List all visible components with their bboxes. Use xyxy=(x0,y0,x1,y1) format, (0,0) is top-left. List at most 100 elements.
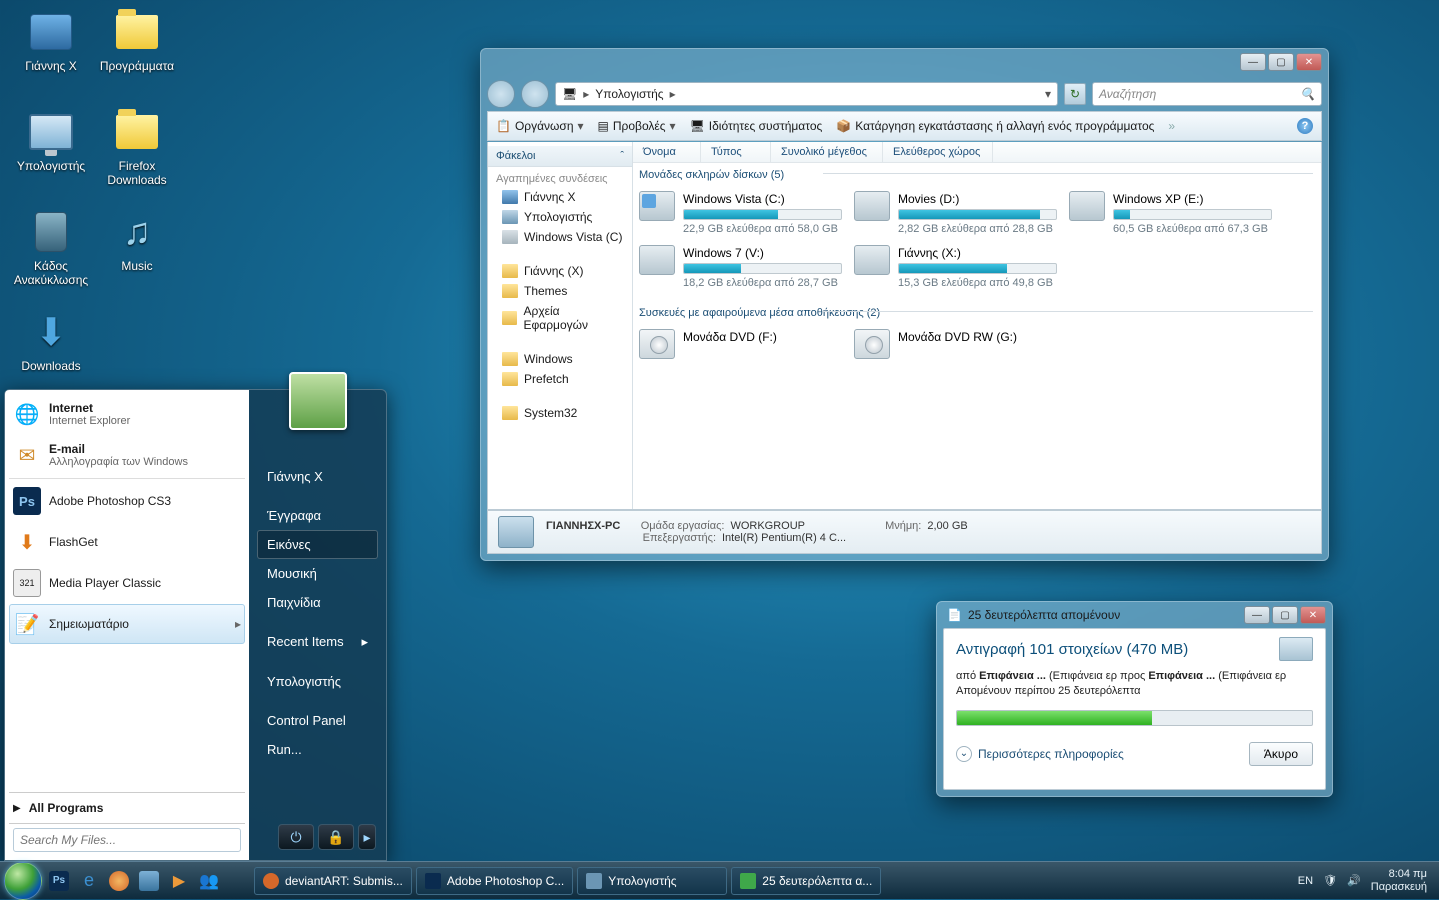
drive-name: Windows Vista (C:) xyxy=(683,191,842,207)
minimize-button[interactable]: — xyxy=(1244,606,1270,624)
organize-menu[interactable]: 📋Οργάνωση▾ xyxy=(496,119,584,133)
tree-item[interactable]: Prefetch xyxy=(488,369,632,389)
drive-name: Windows 7 (V:) xyxy=(683,245,842,261)
tree-item[interactable]: Windows xyxy=(488,349,632,369)
drive-item[interactable]: Movies (D:) 2,82 GB ελεύθερα από 28,8 GB xyxy=(848,187,1063,241)
more-info-toggle[interactable]: ⌄Περισσότερες πληροφορίες xyxy=(956,746,1124,762)
search-input[interactable]: Αναζήτηση🔍 xyxy=(1092,82,1322,106)
start-right-games[interactable]: Παιχνίδια xyxy=(257,588,378,617)
start-item-internet[interactable]: 🌐InternetInternet Explorer xyxy=(9,394,245,435)
quicklaunch-photoshop[interactable]: Ps xyxy=(46,867,72,895)
desktop-icon-computer[interactable]: Υπολογιστής xyxy=(12,108,90,173)
start-search xyxy=(9,823,245,856)
desktop-icon-recycle-bin[interactable]: Κάδος Ανακύκλωσης xyxy=(12,208,90,287)
drive-free: 15,3 GB ελεύθερα από 49,8 GB xyxy=(898,276,1057,291)
tree-item-user[interactable]: Γιάννης X xyxy=(488,187,632,207)
drive-item[interactable]: Windows 7 (V:) 18,2 GB ελεύθερα από 28,7… xyxy=(633,241,848,295)
copy-details: από Επιφάνεια ... (Επιφάνεια ερ προς Επι… xyxy=(956,669,1313,700)
back-button[interactable] xyxy=(487,80,515,108)
start-item-notepad[interactable]: 📝Σημειωματάριο▸ xyxy=(9,604,245,644)
maximize-button[interactable]: ▢ xyxy=(1272,606,1298,624)
drive-icon xyxy=(1069,191,1105,221)
tree-item[interactable]: Αρχεία Εφαρμογών xyxy=(488,301,632,335)
drive-free: 2,82 GB ελεύθερα από 28,8 GB xyxy=(898,222,1057,237)
maximize-button[interactable]: ▢ xyxy=(1268,53,1294,71)
start-right-controlpanel[interactable]: Control Panel xyxy=(257,706,378,735)
dvd-item[interactable]: Μονάδα DVD RW (G:) xyxy=(848,325,1063,363)
tray-icon[interactable]: 🔊 xyxy=(1347,874,1361,887)
desktop-icon-programs[interactable]: Προγράμματα xyxy=(98,8,176,73)
tree-item-computer[interactable]: Υπολογιστής xyxy=(488,207,632,227)
start-right-documents[interactable]: Έγγραφα xyxy=(257,501,378,530)
drive-item[interactable]: Windows Vista (C:) 22,9 GB ελεύθερα από … xyxy=(633,187,848,241)
group-hdd[interactable]: Μονάδες σκληρών δίσκων (5) xyxy=(633,163,1321,183)
desktop-icon-music[interactable]: ♫Music xyxy=(98,208,176,273)
quicklaunch-messenger[interactable]: 👥 xyxy=(196,867,222,895)
quicklaunch-wmp[interactable]: ▶ xyxy=(166,867,192,895)
close-button[interactable]: ✕ xyxy=(1296,53,1322,71)
quicklaunch-showdesktop[interactable] xyxy=(136,867,162,895)
start-button[interactable] xyxy=(4,862,42,900)
drive-free: 18,2 GB ελεύθερα από 28,7 GB xyxy=(683,276,842,291)
copy-icon: 📄 xyxy=(947,608,962,622)
start-item-photoshop[interactable]: PsAdobe Photoshop CS3 xyxy=(9,481,245,522)
start-right-run[interactable]: Run... xyxy=(257,735,378,764)
start-item-flashget[interactable]: ⬇FlashGet xyxy=(9,522,245,563)
taskbar-item[interactable]: Adobe Photoshop C... xyxy=(416,867,573,895)
power-button[interactable]: ⏻ xyxy=(278,824,314,850)
forward-button[interactable] xyxy=(521,80,549,108)
drive-item[interactable]: Γιάννης (X:) 15,3 GB ελεύθερα από 49,8 G… xyxy=(848,241,1063,295)
lock-button[interactable]: 🔒 xyxy=(318,824,354,850)
user-avatar[interactable] xyxy=(289,372,347,430)
desktop-icon-user[interactable]: Γιάννης X xyxy=(12,8,90,73)
tree-item[interactable]: System32 xyxy=(488,403,632,423)
uninstall-programs-button[interactable]: 📦Κατάργηση εγκατάστασης ή αλλαγή ενός πρ… xyxy=(836,119,1154,133)
close-button[interactable]: ✕ xyxy=(1300,606,1326,624)
organize-icon: 📋 xyxy=(496,119,511,133)
chevron-right-icon: ▸ xyxy=(670,87,676,101)
tree-item[interactable]: Γιάννης (X) xyxy=(488,261,632,281)
all-programs-button[interactable]: ▶All Programs xyxy=(9,792,245,823)
shutdown-menu[interactable]: ▸ xyxy=(358,824,376,850)
folders-header[interactable]: Φάκελοιˆ xyxy=(488,146,632,167)
explorer-window: — ▢ ✕ 🖥 ▸ Υπολογιστής ▸ ▾ ↻ Αναζήτηση🔍 📋… xyxy=(480,48,1329,561)
start-right-pictures[interactable]: Εικόνες xyxy=(257,530,378,559)
breadcrumb-item[interactable]: Υπολογιστής xyxy=(595,87,663,101)
start-item-email[interactable]: ✉E-mailΑλληλογραφία των Windows xyxy=(9,435,245,476)
column-type[interactable]: Τύπος xyxy=(701,142,771,162)
start-right-user[interactable]: Γιάννης X xyxy=(257,462,378,491)
column-name[interactable]: Όνομα xyxy=(633,142,701,162)
desktop-icon-downloads[interactable]: ⬇Downloads xyxy=(12,308,90,373)
start-right-music[interactable]: Μουσική xyxy=(257,559,378,588)
start-item-mpc[interactable]: 321Media Player Classic xyxy=(9,563,245,604)
refresh-button[interactable]: ↻ xyxy=(1064,83,1086,105)
drive-item[interactable]: Windows XP (E:) 60,5 GB ελεύθερα από 67,… xyxy=(1063,187,1278,241)
tray-icon[interactable]: 🛡 xyxy=(1323,874,1337,887)
search-input[interactable] xyxy=(13,828,241,852)
taskbar-item[interactable]: deviantART: Submis... xyxy=(254,867,412,895)
column-total[interactable]: Συνολικό μέγεθος xyxy=(771,142,883,162)
column-free[interactable]: Ελεύθερος χώρος xyxy=(883,142,993,162)
views-menu[interactable]: ▤Προβολές▾ xyxy=(598,119,676,133)
breadcrumb[interactable]: 🖥 ▸ Υπολογιστής ▸ ▾ xyxy=(555,82,1058,106)
dvd-icon xyxy=(639,329,675,359)
group-removable[interactable]: Συσκευές με αφαιρούμενα μέσα αποθήκευσης… xyxy=(633,301,1321,321)
taskbar-item[interactable]: Υπολογιστής xyxy=(577,867,727,895)
language-indicator[interactable]: EN xyxy=(1298,875,1313,887)
taskbar-item[interactable]: 25 δευτερόλεπτα α... xyxy=(731,867,881,895)
explorer-toolbar: 📋Οργάνωση▾ ▤Προβολές▾ 🖥Ιδιότητες συστήμα… xyxy=(487,111,1322,141)
start-right-computer[interactable]: Υπολογιστής xyxy=(257,667,378,696)
start-right-recent[interactable]: Recent Items▸ xyxy=(257,627,378,657)
desktop-icon-firefox-downloads[interactable]: Firefox Downloads xyxy=(98,108,176,187)
help-icon[interactable]: ? xyxy=(1297,118,1313,134)
tree-item-vista-c[interactable]: Windows Vista (C) xyxy=(488,227,632,247)
quicklaunch-firefox[interactable] xyxy=(106,867,132,895)
tree-item[interactable]: Themes xyxy=(488,281,632,301)
dropdown-icon[interactable]: ▾ xyxy=(1045,87,1051,101)
dvd-item[interactable]: Μονάδα DVD (F:) xyxy=(633,325,848,363)
system-properties-button[interactable]: 🖥Ιδιότητες συστήματος xyxy=(690,119,823,133)
minimize-button[interactable]: — xyxy=(1240,53,1266,71)
quicklaunch-ie[interactable]: e xyxy=(76,867,102,895)
cancel-button[interactable]: Άκυρο xyxy=(1249,742,1313,766)
clock[interactable]: 8:04 πμΠαρασκευή xyxy=(1371,868,1427,893)
